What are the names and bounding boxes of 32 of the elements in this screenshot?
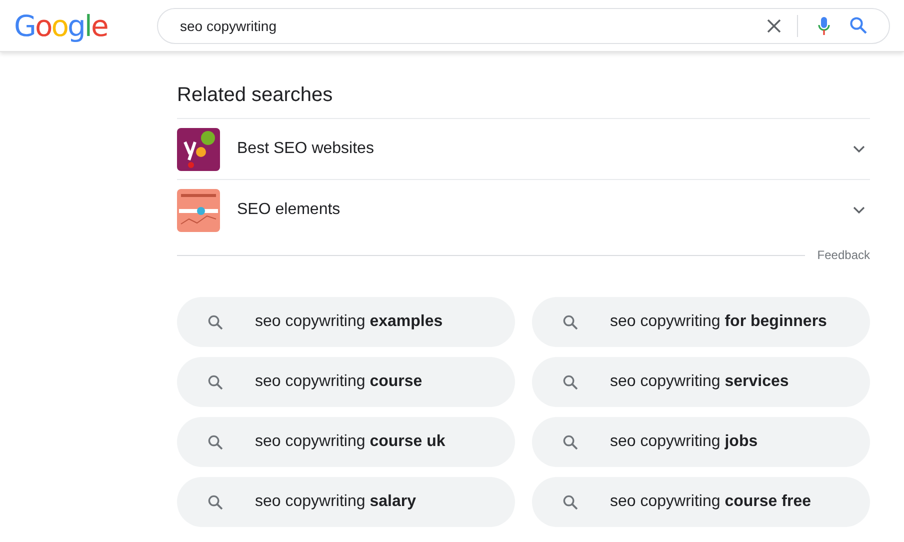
related-search-label: Best SEO websites	[237, 140, 375, 158]
search-icon	[208, 374, 223, 390]
search-field[interactable]: seo copywriting	[180, 18, 747, 34]
search-icon	[208, 434, 223, 450]
search-icon	[208, 314, 223, 330]
thumbnail-image	[177, 128, 220, 170]
related-search-item[interactable]: SEO elements	[177, 179, 870, 240]
search-icon	[563, 314, 578, 330]
chevron-icon[interactable]	[853, 145, 865, 153]
suggestion-chip[interactable]: seo copywriting course free	[532, 477, 870, 527]
related-search-item[interactable]: Best SEO websites	[177, 118, 870, 179]
search-bar[interactable]: seo copywriting	[157, 8, 890, 44]
suggestion-chip[interactable]: seo copywriting jobs	[532, 417, 870, 467]
search-icon[interactable]	[850, 17, 867, 34]
suggestion-chip[interactable]: seo copywriting salary	[177, 477, 515, 527]
chevron-icon[interactable]	[853, 206, 865, 214]
section-title: Related searches	[177, 83, 334, 108]
search-icon	[563, 374, 578, 390]
thumbnail-image	[177, 188, 220, 232]
suggestion-chip[interactable]: seo copywriting examples	[177, 297, 515, 347]
feedback-link[interactable]: Feedback	[817, 248, 870, 262]
suggestion-chip[interactable]: seo copywriting course	[177, 357, 515, 407]
suggestion-chip[interactable]: seo copywriting services	[532, 357, 870, 407]
logo[interactable]: Google	[14, 8, 118, 42]
suggestion-chip[interactable]: seo copywriting course uk	[177, 417, 515, 467]
search-icon	[208, 494, 223, 510]
search-icon	[563, 494, 578, 510]
close-icon[interactable]	[767, 18, 781, 32]
suggestion-chip[interactable]: seo copywriting for beginners	[532, 297, 870, 347]
search-icon	[563, 434, 578, 450]
microphone-icon[interactable]	[818, 16, 830, 34]
related-search-label: SEO elements	[237, 201, 342, 219]
